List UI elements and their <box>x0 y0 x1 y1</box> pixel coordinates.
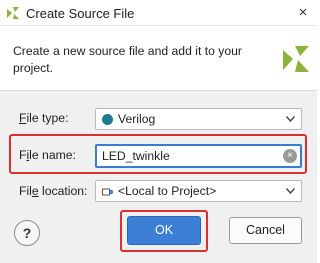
cancel-button[interactable]: Cancel <box>229 217 302 244</box>
app-logo-icon <box>7 7 19 19</box>
help-button[interactable]: ? <box>14 220 40 246</box>
file-location-label: File location: <box>19 184 88 198</box>
chevron-down-icon <box>286 188 295 194</box>
file-type-select[interactable]: Verilog <box>95 108 302 130</box>
folder-link-icon <box>102 188 114 196</box>
xilinx-logo-icon <box>283 46 309 72</box>
verilog-icon <box>102 114 113 125</box>
file-location-select[interactable]: <Local to Project> <box>95 180 302 202</box>
file-location-value: <Local to Project> <box>118 184 217 198</box>
dialog-description: Create a new source file and add it to y… <box>13 44 242 75</box>
file-type-value: Verilog <box>118 112 156 126</box>
file-type-label: File type: <box>19 111 69 125</box>
highlight-box-ok <box>120 210 208 252</box>
file-form: File type: Verilog File name: × File loc… <box>0 91 317 263</box>
chevron-down-icon <box>286 116 295 122</box>
create-source-file-dialog: Create Source File × Create a new source… <box>0 0 317 263</box>
window-title: Create Source File <box>26 6 135 21</box>
close-button[interactable]: × <box>294 4 312 22</box>
dialog-header: Create a new source file and add it to y… <box>0 27 317 90</box>
highlight-box-file-name <box>9 134 307 174</box>
title-bar: Create Source File × <box>0 0 317 26</box>
